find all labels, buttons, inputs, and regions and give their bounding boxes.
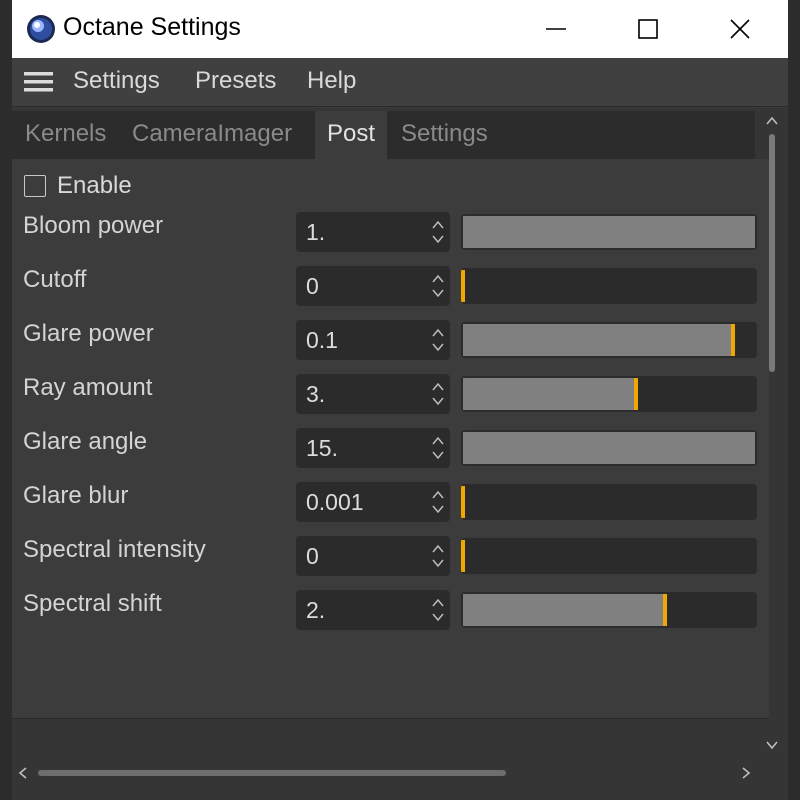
- slider-marker[interactable]: [663, 594, 667, 626]
- desktop-background-left: [0, 0, 12, 800]
- param-label: Glare angle: [23, 428, 148, 455]
- ray-amount-field[interactable]: 3.: [296, 374, 450, 414]
- field-value: 0: [306, 543, 319, 569]
- scroll-right-icon[interactable]: [739, 766, 753, 780]
- param-label: Bloom power: [23, 212, 164, 239]
- cutoff-field[interactable]: 0: [296, 266, 450, 306]
- menu-presets[interactable]: Presets: [195, 67, 276, 95]
- field-value: 0.001: [306, 489, 364, 515]
- maximize-button[interactable]: [602, 0, 694, 58]
- vertical-scrollbar-thumb[interactable]: [769, 134, 775, 372]
- cinema4d-app-icon: [27, 15, 55, 43]
- scroll-up-icon[interactable]: [765, 114, 779, 128]
- scroll-down-icon[interactable]: [765, 738, 779, 752]
- title-bar: Octane Settings: [12, 0, 788, 58]
- param-label: Glare power: [23, 320, 154, 347]
- field-value: 1.: [306, 219, 326, 245]
- spinner-arrows-icon[interactable]: [432, 596, 444, 624]
- tab-settings[interactable]: Settings: [401, 111, 488, 159]
- field-value: 0.1: [306, 327, 338, 353]
- param-label: Spectral shift: [23, 590, 162, 617]
- ray-amount-slider[interactable]: [461, 376, 757, 412]
- bloom-power-field[interactable]: 1.: [296, 212, 450, 252]
- spectral-shift-field[interactable]: 2.: [296, 590, 450, 630]
- spinner-arrows-icon[interactable]: [432, 218, 444, 246]
- glare-angle-slider[interactable]: [461, 430, 757, 466]
- hamburger-icon[interactable]: [24, 70, 54, 94]
- menu-settings[interactable]: Settings: [73, 67, 160, 95]
- tab-kernels[interactable]: Kernels: [25, 111, 106, 159]
- param-label: Ray amount: [23, 374, 153, 401]
- desktop-background-right: [788, 0, 800, 800]
- tab-cameraimager[interactable]: CameraImager: [132, 111, 292, 159]
- spinner-arrows-icon[interactable]: [432, 434, 444, 462]
- panel-divider: [12, 718, 769, 719]
- window-title: Octane Settings: [63, 13, 241, 41]
- maximize-icon: [638, 19, 658, 39]
- glare-power-field[interactable]: 0.1: [296, 320, 450, 360]
- field-value: 2.: [306, 597, 326, 623]
- param-label: Glare blur: [23, 482, 129, 509]
- scroll-left-icon[interactable]: [16, 766, 30, 780]
- glare-angle-field[interactable]: 15.: [296, 428, 450, 468]
- menu-help[interactable]: Help: [307, 67, 356, 95]
- param-label: Cutoff: [23, 266, 87, 293]
- horizontal-scrollbar-thumb[interactable]: [38, 770, 506, 776]
- slider-marker[interactable]: [731, 324, 735, 356]
- octane-settings-window: Octane Settings Settings Presets Help Ke…: [12, 0, 788, 800]
- minimize-icon: [546, 28, 566, 30]
- menu-bar: Settings Presets Help: [12, 58, 788, 107]
- slider-fill: [463, 594, 667, 626]
- spectral-intensity-field[interactable]: 0: [296, 536, 450, 576]
- slider-fill: [463, 432, 755, 464]
- tab-bar: Kernels CameraImager Post Settings: [12, 111, 755, 159]
- slider-marker[interactable]: [461, 486, 465, 518]
- slider-marker[interactable]: [634, 378, 638, 410]
- param-label: Spectral intensity: [23, 536, 206, 563]
- glare-blur-slider[interactable]: [461, 484, 757, 520]
- glare-power-slider[interactable]: [461, 322, 757, 358]
- field-value: 3.: [306, 381, 326, 407]
- slider-fill: [463, 324, 735, 356]
- close-icon: [730, 19, 750, 39]
- glare-blur-field[interactable]: 0.001: [296, 482, 450, 522]
- slider-marker[interactable]: [461, 540, 465, 572]
- slider-fill: [463, 216, 755, 248]
- minimize-button[interactable]: [510, 0, 602, 58]
- slider-fill: [463, 378, 638, 410]
- spinner-arrows-icon[interactable]: [432, 488, 444, 516]
- field-value: 0: [306, 273, 319, 299]
- bloom-power-slider[interactable]: [461, 214, 757, 250]
- enable-checkbox[interactable]: [24, 175, 46, 197]
- spinner-arrows-icon[interactable]: [432, 272, 444, 300]
- spectral-shift-slider[interactable]: [461, 592, 757, 628]
- slider-marker[interactable]: [461, 270, 465, 302]
- close-button[interactable]: [694, 0, 786, 58]
- field-value: 15.: [306, 435, 338, 461]
- cutoff-slider[interactable]: [461, 268, 757, 304]
- spinner-arrows-icon[interactable]: [432, 380, 444, 408]
- enable-label: Enable: [57, 172, 132, 199]
- tab-post[interactable]: Post: [315, 111, 388, 159]
- spinner-arrows-icon[interactable]: [432, 542, 444, 570]
- spectral-intensity-slider[interactable]: [461, 538, 757, 574]
- spinner-arrows-icon[interactable]: [432, 326, 444, 354]
